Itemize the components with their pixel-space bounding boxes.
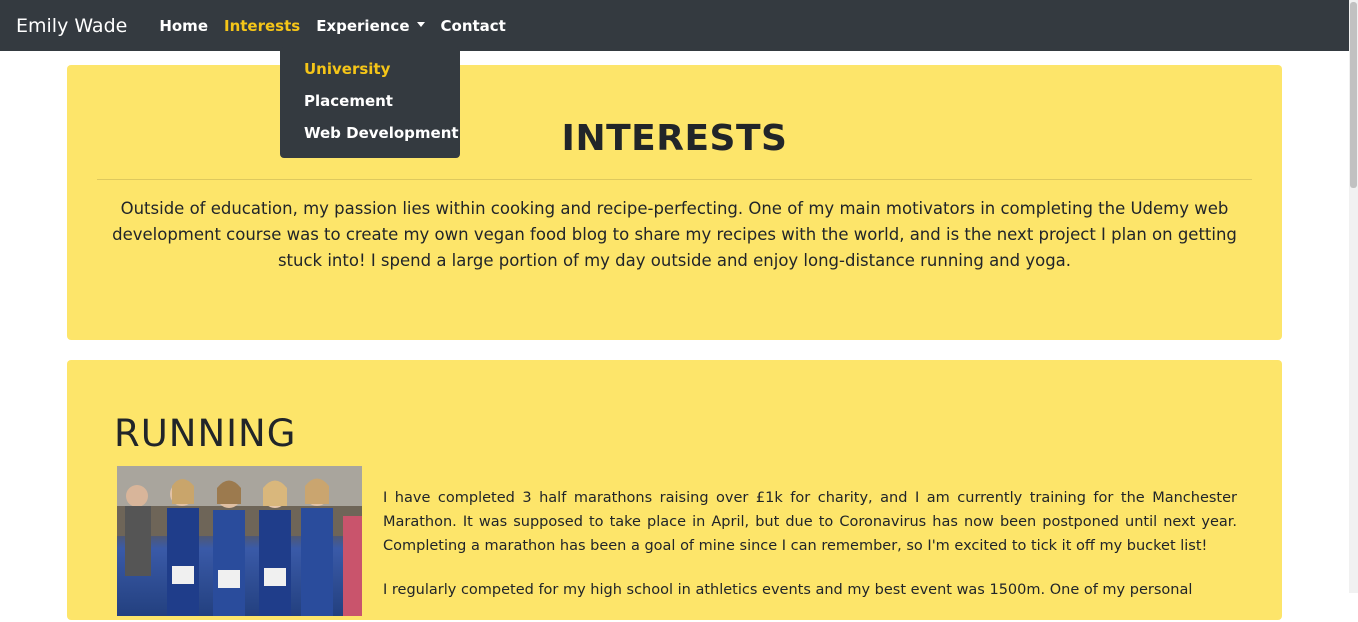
runners-photo [117, 466, 362, 616]
running-card: RUNNING I have completed 3 half marathon… [67, 360, 1282, 620]
experience-dropdown-menu: University Placement Web Development [280, 47, 460, 158]
interests-title: INTERESTS [561, 118, 788, 159]
dropdown-item-university[interactable]: University [280, 53, 460, 85]
nav-link-experience[interactable]: Experience [308, 17, 432, 35]
nav-link-contact[interactable]: Contact [433, 17, 514, 35]
running-title: RUNNING [114, 412, 297, 455]
divider [97, 179, 1252, 180]
navbar: Emily Wade Home Interests Experience Con… [0, 0, 1349, 51]
dropdown-item-web-development[interactable]: Web Development [280, 117, 460, 149]
dropdown-item-placement[interactable]: Placement [280, 85, 460, 117]
caret-down-icon [416, 22, 425, 27]
nav-link-experience-label: Experience [316, 16, 410, 35]
brand-link[interactable]: Emily Wade [16, 15, 127, 37]
interests-text: Outside of education, my passion lies wi… [112, 199, 1237, 270]
scrollbar-thumb[interactable] [1350, 2, 1357, 188]
running-text: I have completed 3 half marathons raisin… [383, 486, 1237, 622]
interests-card: INTERESTS Outside of education, my passi… [67, 65, 1282, 340]
nav-link-home[interactable]: Home [151, 17, 216, 35]
page-scrollbar[interactable] [1349, 0, 1358, 593]
nav-link-interests[interactable]: Interests [216, 17, 308, 35]
running-paragraph-2: I regularly competed for my high school … [383, 582, 1193, 598]
runners-photo-image [117, 466, 362, 616]
running-paragraph-1: I have completed 3 half marathons raisin… [383, 490, 1237, 554]
